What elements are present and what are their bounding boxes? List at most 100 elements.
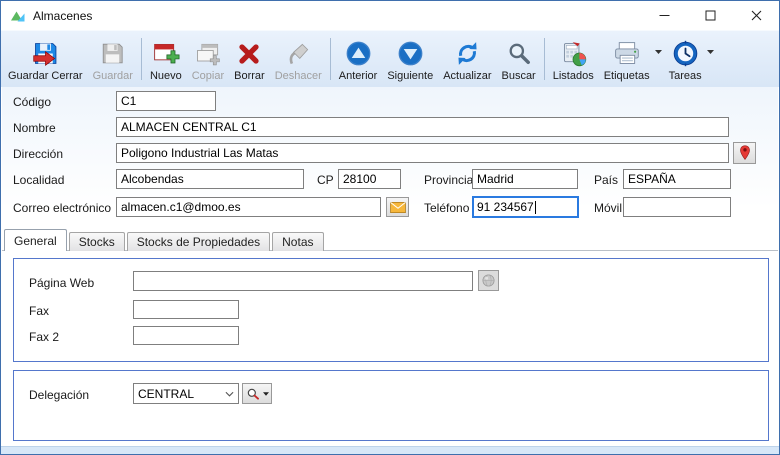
app-icon xyxy=(10,8,26,24)
fax-input[interactable] xyxy=(133,300,239,319)
new-icon xyxy=(151,38,180,69)
pagina-web-label: Página Web xyxy=(29,276,94,290)
delete-label: Borrar xyxy=(234,70,265,82)
tab-stocks-propiedades[interactable]: Stocks de Propiedades xyxy=(127,232,270,251)
map-button[interactable] xyxy=(733,142,756,164)
tasks-button[interactable]: Tareas xyxy=(664,33,707,85)
search-icon xyxy=(505,38,533,69)
codigo-input[interactable] xyxy=(116,91,216,111)
delegacion-value: CENTRAL xyxy=(138,387,194,401)
refresh-label: Actualizar xyxy=(443,70,491,82)
next-icon xyxy=(396,38,425,69)
pais-label: País xyxy=(594,173,618,187)
cp-input[interactable] xyxy=(338,169,401,189)
tab-bar: General Stocks Stocks de Propiedades Not… xyxy=(4,229,326,251)
correo-label: Correo electrónico xyxy=(13,201,111,215)
telefono-label: Teléfono xyxy=(424,201,469,215)
cp-label: CP xyxy=(317,173,334,187)
nombre-input[interactable] xyxy=(116,117,729,137)
email-icon xyxy=(390,202,406,213)
previous-button[interactable]: Anterior xyxy=(334,33,383,85)
delegacion-groupbox xyxy=(13,370,769,441)
telefono-value: 91 234567 xyxy=(477,200,534,214)
close-button[interactable] xyxy=(733,1,779,30)
localidad-input[interactable] xyxy=(116,169,304,189)
pais-input[interactable] xyxy=(623,169,731,189)
tab-stocks[interactable]: Stocks xyxy=(69,232,125,251)
previous-icon xyxy=(344,38,373,69)
toolbar-separator xyxy=(141,38,142,80)
fax2-input[interactable] xyxy=(133,326,239,345)
movil-input[interactable] xyxy=(623,197,731,217)
reports-button[interactable]: Listados xyxy=(548,33,599,85)
toolbar-separator xyxy=(330,38,331,80)
search-label: Buscar xyxy=(501,70,535,82)
refresh-button[interactable]: Actualizar xyxy=(438,33,496,85)
delete-button[interactable]: Borrar xyxy=(229,33,270,85)
undo-label: Deshacer xyxy=(275,70,322,82)
toolbar: Guardar Cerrar Guardar xyxy=(1,30,779,87)
tab-notas[interactable]: Notas xyxy=(272,232,323,251)
almacenes-window: Almacenes Gua xyxy=(0,0,780,455)
undo-button[interactable]: Deshacer xyxy=(270,33,327,85)
window-title: Almacenes xyxy=(33,9,92,23)
new-label: Nuevo xyxy=(150,70,182,82)
labels-dropdown-arrow[interactable] xyxy=(655,33,664,85)
next-label: Siguiente xyxy=(387,70,433,82)
copy-button[interactable]: Copiar xyxy=(187,33,229,85)
codigo-label: Código xyxy=(13,95,51,109)
copy-icon xyxy=(194,38,222,69)
movil-label: Móvil xyxy=(594,201,622,215)
delegacion-label: Delegación xyxy=(29,388,89,402)
tab-general[interactable]: General xyxy=(4,229,67,251)
provincia-input[interactable] xyxy=(472,169,578,189)
search-button[interactable]: Buscar xyxy=(496,33,540,85)
maximize-button[interactable] xyxy=(687,1,733,30)
minimize-button[interactable] xyxy=(641,1,687,30)
lookup-dropdown-arrow xyxy=(263,392,269,396)
titlebar: Almacenes xyxy=(1,1,779,30)
text-cursor xyxy=(535,201,536,214)
pagina-web-input[interactable] xyxy=(133,271,473,291)
previous-label: Anterior xyxy=(339,70,378,82)
save-close-label: Guardar Cerrar xyxy=(8,70,83,82)
new-button[interactable]: Nuevo xyxy=(145,33,187,85)
labels-icon xyxy=(612,38,641,69)
copy-label: Copiar xyxy=(192,70,224,82)
globe-icon xyxy=(481,273,496,288)
fax2-label: Fax 2 xyxy=(29,330,59,344)
save-label: Guardar xyxy=(93,70,133,82)
telefono-input[interactable]: 91 234567 xyxy=(472,196,579,218)
labels-button[interactable]: Etiquetas xyxy=(599,33,655,85)
localidad-label: Localidad xyxy=(13,173,64,187)
fax-label: Fax xyxy=(29,304,49,318)
direccion-input[interactable] xyxy=(116,143,729,163)
delegacion-combobox[interactable]: CENTRAL xyxy=(133,383,239,404)
tasks-label: Tareas xyxy=(669,70,702,82)
reports-icon xyxy=(559,38,588,69)
direccion-label: Dirección xyxy=(13,147,63,161)
nombre-label: Nombre xyxy=(13,121,56,135)
tasks-icon xyxy=(671,38,700,69)
save-icon xyxy=(99,38,126,69)
lookup-magnifier-icon xyxy=(246,387,260,401)
labels-label: Etiquetas xyxy=(604,70,650,82)
tasks-dropdown-arrow[interactable] xyxy=(707,33,716,85)
provincia-label: Provincia xyxy=(424,173,473,187)
refresh-icon xyxy=(453,38,482,69)
map-pin-icon xyxy=(738,144,752,162)
save-close-button[interactable]: Guardar Cerrar xyxy=(3,33,88,85)
undo-icon xyxy=(284,38,312,69)
window-controls xyxy=(641,1,779,30)
correo-input[interactable] xyxy=(116,197,381,217)
save-button[interactable]: Guardar xyxy=(88,33,138,85)
open-web-button[interactable] xyxy=(478,270,499,291)
delete-icon xyxy=(235,38,263,69)
reports-label: Listados xyxy=(553,70,594,82)
save-close-icon xyxy=(31,38,60,69)
window-bottom-edge xyxy=(1,446,779,454)
delegacion-lookup-button[interactable] xyxy=(242,383,272,404)
toolbar-separator xyxy=(544,38,545,80)
email-button[interactable] xyxy=(386,197,409,217)
next-button[interactable]: Siguiente xyxy=(382,33,438,85)
